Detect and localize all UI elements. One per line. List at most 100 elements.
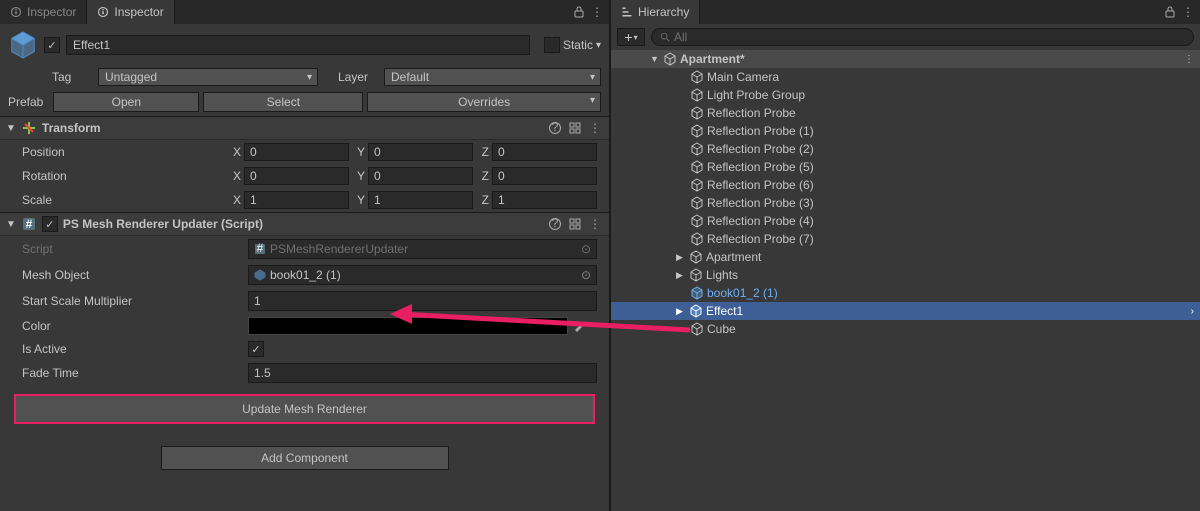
info-icon — [97, 6, 109, 18]
help-icon[interactable]: ? — [547, 216, 563, 232]
tree-item-reflection-probe[interactable]: Reflection Probe — [611, 104, 1200, 122]
scene-name: Apartment* — [680, 52, 745, 66]
lock-icon[interactable] — [571, 4, 587, 20]
scale-label: Scale — [22, 193, 225, 207]
gameobject-icon — [690, 214, 704, 228]
position-x-input[interactable] — [244, 143, 349, 161]
tree-item-reflection-probe-7[interactable]: Reflection Probe (7) — [611, 230, 1200, 248]
foldout-icon[interactable]: ▶ — [676, 306, 686, 317]
help-icon[interactable]: ? — [547, 120, 563, 136]
gameobject-icon — [690, 70, 704, 84]
tree-item-cube[interactable]: Cube — [611, 320, 1200, 338]
tree-item-reflection-probe-5[interactable]: Reflection Probe (5) — [611, 158, 1200, 176]
gameobject-icon — [254, 269, 266, 281]
tree-item-book[interactable]: book01_2 (1) — [611, 284, 1200, 302]
gameobject-icon — [690, 178, 704, 192]
prefab-gameobject-icon — [690, 286, 704, 300]
tree-item-reflection-probe-4[interactable]: Reflection Probe (4) — [611, 212, 1200, 230]
active-checkbox[interactable] — [44, 37, 60, 53]
tree-item-reflection-probe-3[interactable]: Reflection Probe (3) — [611, 194, 1200, 212]
object-name-input[interactable] — [66, 35, 530, 55]
rotation-x-input[interactable] — [244, 167, 349, 185]
scale-x-input[interactable] — [244, 191, 349, 209]
tree-item-lights[interactable]: ▶Lights — [611, 266, 1200, 284]
position-z-input[interactable] — [492, 143, 597, 161]
script-title: PS Mesh Renderer Updater (Script) — [63, 217, 542, 231]
rotation-z-input[interactable] — [492, 167, 597, 185]
prefab-select-button[interactable]: Select — [203, 92, 363, 112]
foldout-icon[interactable]: ▼ — [6, 123, 16, 134]
mesh-object-label: Mesh Object — [22, 268, 242, 282]
tree-item-reflection-probe-6[interactable]: Reflection Probe (6) — [611, 176, 1200, 194]
svg-text:?: ? — [552, 121, 559, 134]
script-file-icon: # — [254, 243, 266, 255]
hierarchy-search[interactable]: All — [651, 28, 1194, 46]
tree-item-effect1[interactable]: ▶Effect1› — [611, 302, 1200, 320]
menu-icon[interactable]: ⋮ — [1180, 4, 1196, 20]
transform-icon — [21, 120, 37, 136]
position-y-input[interactable] — [368, 143, 473, 161]
foldout-icon[interactable]: ▶ — [676, 252, 686, 263]
transform-header[interactable]: ▼ Transform ? ⋮ — [0, 116, 609, 140]
hierarchy-tab[interactable]: Hierarchy — [611, 0, 700, 24]
create-dropdown[interactable]: +▾ — [617, 28, 645, 46]
foldout-icon[interactable]: ▶ — [676, 270, 686, 281]
preset-icon[interactable] — [567, 216, 583, 232]
gameobject-icon — [690, 124, 704, 138]
gameobject-icon — [690, 142, 704, 156]
mesh-object-field[interactable]: book01_2 (1) — [248, 265, 597, 285]
gameobject-icon — [690, 232, 704, 246]
preset-icon[interactable] — [567, 120, 583, 136]
gameobject-icon — [690, 88, 704, 102]
rotation-label: Rotation — [22, 169, 225, 183]
prefab-gameobject-icon — [689, 304, 703, 318]
scene-menu-icon[interactable]: ⋮ — [1184, 54, 1194, 65]
tab-label: Hierarchy — [638, 5, 689, 19]
prefab-label: Prefab — [8, 95, 43, 109]
position-label: Position — [22, 145, 225, 159]
disclosure-icon[interactable]: › — [1191, 306, 1194, 317]
eyedropper-icon[interactable] — [573, 320, 585, 332]
tag-dropdown[interactable]: Untagged — [98, 68, 318, 86]
script-component-header[interactable]: ▼ # PS Mesh Renderer Updater (Script) ? … — [0, 212, 609, 236]
hierarchy-panel: Hierarchy ⋮ +▾ All ▼ Apartment* ⋮ — [609, 0, 1200, 511]
rotation-y-input[interactable] — [368, 167, 473, 185]
tree-item-reflection-probe-1[interactable]: Reflection Probe (1) — [611, 122, 1200, 140]
scale-y-input[interactable] — [368, 191, 473, 209]
script-enabled-checkbox[interactable] — [42, 216, 58, 232]
is-active-label: Is Active — [22, 342, 242, 356]
foldout-icon[interactable]: ▼ — [6, 219, 16, 230]
add-component-button[interactable]: Add Component — [161, 446, 449, 470]
inspector-tab-1[interactable]: Inspector — [0, 0, 87, 24]
inspector-tab-bar: Inspector Inspector ⋮ — [0, 0, 609, 24]
menu-icon[interactable]: ⋮ — [587, 120, 603, 136]
gameobject-icon — [690, 196, 704, 210]
fade-time-input[interactable] — [248, 363, 597, 383]
lock-icon[interactable] — [1162, 4, 1178, 20]
scale-z-input[interactable] — [492, 191, 597, 209]
layer-dropdown[interactable]: Default — [384, 68, 601, 86]
tree-item-apartment[interactable]: ▶Apartment — [611, 248, 1200, 266]
start-scale-input[interactable] — [248, 291, 597, 311]
script-reference-field: # PSMeshRendererUpdater — [248, 239, 597, 259]
menu-icon[interactable]: ⋮ — [587, 216, 603, 232]
tag-label: Tag — [52, 70, 92, 84]
inspector-tab-2[interactable]: Inspector — [87, 0, 174, 24]
tree-item-reflection-probe-2[interactable]: Reflection Probe (2) — [611, 140, 1200, 158]
static-dropdown-arrow[interactable]: ▾ — [596, 40, 601, 51]
foldout-icon[interactable]: ▼ — [650, 54, 660, 64]
static-checkbox[interactable] — [544, 37, 560, 53]
color-field[interactable] — [248, 317, 568, 335]
is-active-checkbox[interactable] — [248, 341, 264, 357]
tree-item-light-probe[interactable]: Light Probe Group — [611, 86, 1200, 104]
prefab-open-button[interactable]: Open — [53, 92, 199, 112]
search-icon — [660, 32, 670, 42]
menu-icon[interactable]: ⋮ — [589, 4, 605, 20]
hierarchy-tab-bar: Hierarchy ⋮ — [611, 0, 1200, 24]
tree-item-main-camera[interactable]: Main Camera — [611, 68, 1200, 86]
update-mesh-renderer-button[interactable]: Update Mesh Renderer — [14, 394, 595, 424]
scene-row[interactable]: ▼ Apartment* ⋮ — [611, 50, 1200, 68]
start-scale-label: Start Scale Multiplier — [22, 294, 242, 308]
prefab-overrides-dropdown[interactable]: Overrides — [367, 92, 601, 112]
tab-label: Inspector — [27, 5, 76, 19]
